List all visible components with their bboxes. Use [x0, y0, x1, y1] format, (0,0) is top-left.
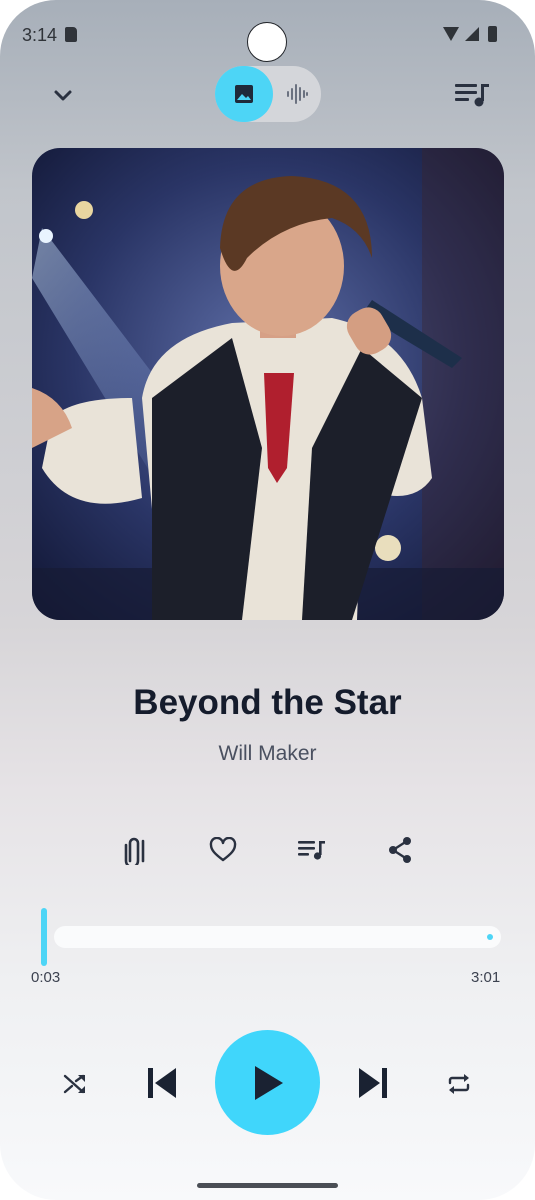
skip-previous-icon	[148, 1068, 176, 1098]
skip-next-icon	[359, 1068, 387, 1098]
play-icon	[254, 1065, 283, 1100]
track-artist: Will Maker	[218, 742, 317, 765]
total-duration: 3:01	[471, 969, 501, 986]
share-icon	[389, 837, 411, 863]
shuffle-icon	[63, 1074, 85, 1094]
cell-signal-icon	[465, 27, 479, 41]
player-top-bar	[0, 62, 535, 124]
wifi-icon	[443, 27, 459, 41]
chevron-down-icon	[54, 90, 72, 101]
queue-button[interactable]	[452, 78, 492, 112]
player-screen: 3:14 Beyond the Star Will Maker 0:03 3:0…	[0, 0, 535, 1200]
waveform-icon	[287, 84, 308, 104]
shuffle-button[interactable]	[58, 1067, 92, 1101]
track-title: Beyond the Star	[133, 683, 402, 722]
clip-button[interactable]	[114, 832, 154, 868]
home-indicator[interactable]	[197, 1183, 338, 1188]
album-artwork	[32, 148, 504, 620]
previous-button[interactable]	[140, 1062, 182, 1104]
artwork-image	[32, 148, 504, 620]
status-time: 3:14	[22, 25, 58, 45]
seek-thumb[interactable]	[41, 908, 47, 966]
queue-music-icon	[455, 84, 489, 107]
playlist-icon	[298, 841, 325, 860]
visualizer-view-button[interactable]	[273, 66, 321, 122]
image-icon	[235, 85, 253, 103]
add-to-playlist-button[interactable]	[292, 832, 332, 868]
sd-card-icon	[65, 27, 77, 42]
battery-icon	[488, 26, 497, 42]
track-actions	[0, 832, 535, 872]
artwork-view-button[interactable]	[215, 66, 273, 122]
seek-bar[interactable]	[54, 926, 501, 948]
share-button[interactable]	[380, 832, 420, 868]
seek-end-marker	[487, 934, 493, 940]
collapse-player-button[interactable]	[46, 78, 80, 112]
play-button[interactable]	[215, 1030, 320, 1135]
next-button[interactable]	[353, 1062, 395, 1104]
heart-icon	[209, 837, 237, 862]
clip-icon	[124, 837, 145, 865]
elapsed-time: 0:03	[31, 969, 61, 986]
favorite-button[interactable]	[203, 832, 243, 868]
repeat-icon	[448, 1074, 470, 1094]
status-bar: 3:14	[0, 0, 535, 70]
front-camera	[247, 22, 287, 62]
repeat-button[interactable]	[442, 1067, 476, 1101]
view-mode-toggle	[215, 66, 321, 122]
